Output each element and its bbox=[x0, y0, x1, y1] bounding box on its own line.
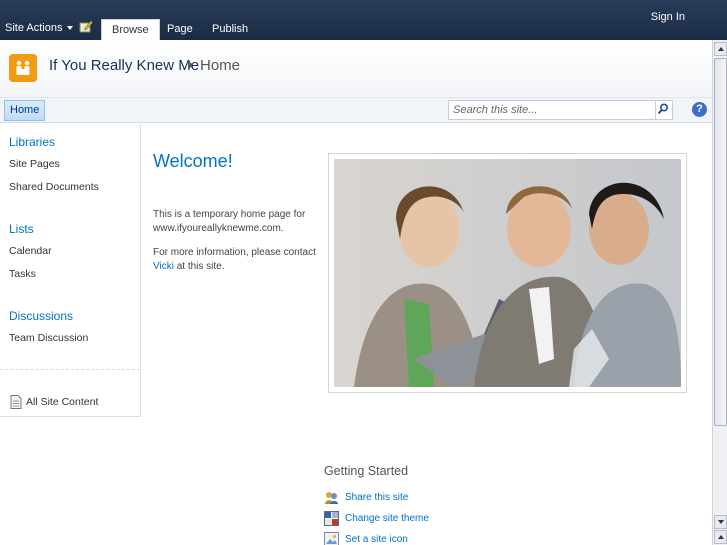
intro-paragraph: This is a temporary home page for www.if… bbox=[153, 209, 306, 234]
quick-launch: Libraries Site Pages Shared Documents Li… bbox=[0, 124, 141, 417]
tab-publish[interactable]: Publish bbox=[202, 19, 258, 40]
ribbon-bar: Site Actions Browse Page Publish Sign In bbox=[0, 0, 727, 40]
vertical-scrollbar[interactable] bbox=[712, 40, 727, 545]
change-theme-icon bbox=[324, 511, 339, 526]
scroll-thumb[interactable] bbox=[714, 58, 727, 426]
site-actions-label: Site Actions bbox=[5, 22, 63, 34]
ql-heading-libraries[interactable]: Libraries bbox=[9, 135, 55, 149]
contact-text-before: For more information, please contact bbox=[153, 247, 316, 258]
welcome-heading: Welcome! bbox=[153, 151, 233, 171]
breadcrumb-arrow-icon bbox=[189, 61, 193, 69]
all-site-content-link[interactable]: All Site Content bbox=[10, 395, 98, 409]
ql-item-calendar[interactable]: Calendar bbox=[9, 245, 52, 257]
edit-page-icon[interactable] bbox=[79, 20, 93, 33]
gs-item-theme[interactable]: Change site theme bbox=[324, 511, 429, 526]
share-site-link: Share this site bbox=[345, 492, 409, 503]
top-navigation: Home Search this site... ? bbox=[0, 98, 712, 123]
contact-link-vicki[interactable]: Vicki bbox=[153, 261, 174, 272]
tab-browse[interactable]: Browse bbox=[101, 19, 160, 40]
breadcrumb-current: Home bbox=[200, 57, 241, 74]
ql-item-site-pages[interactable]: Site Pages bbox=[9, 158, 60, 170]
sign-in-link[interactable]: Sign In bbox=[651, 11, 685, 23]
site-logo-icon[interactable] bbox=[9, 54, 37, 82]
topnav-home[interactable]: Home bbox=[4, 100, 46, 121]
ql-item-team-discussion[interactable]: Team Discussion bbox=[9, 332, 88, 344]
scroll-up-button[interactable] bbox=[714, 42, 727, 56]
arrow-down-icon bbox=[718, 520, 724, 524]
help-icon[interactable]: ? bbox=[692, 102, 707, 117]
search-input[interactable]: Search this site... bbox=[448, 100, 656, 120]
gs-item-share[interactable]: Share this site bbox=[324, 490, 408, 505]
ql-heading-lists[interactable]: Lists bbox=[9, 222, 34, 236]
search-icon bbox=[657, 103, 669, 115]
contact-paragraph: For more information, please contact Vic… bbox=[153, 246, 318, 274]
team-photo-image bbox=[334, 159, 681, 387]
title-area: If You Really Knew Me Home bbox=[0, 40, 712, 98]
ql-divider bbox=[0, 369, 140, 370]
arrow-up-icon bbox=[718, 47, 724, 51]
share-site-icon bbox=[325, 492, 338, 504]
change-theme-link: Change site theme bbox=[345, 513, 429, 524]
site-icon-icon bbox=[324, 532, 339, 545]
welcome-image-frame bbox=[328, 153, 687, 393]
gs-item-icon[interactable]: Set a site icon bbox=[324, 532, 408, 545]
scroll-up-button-lower[interactable] bbox=[714, 530, 727, 544]
scroll-down-button[interactable] bbox=[714, 515, 727, 529]
tab-page[interactable]: Page bbox=[157, 19, 203, 40]
site-actions-menu[interactable]: Site Actions bbox=[5, 22, 74, 34]
ql-heading-discussions[interactable]: Discussions bbox=[9, 309, 73, 323]
document-icon bbox=[10, 395, 22, 409]
sharepoint-page: Site Actions Browse Page Publish Sign In… bbox=[0, 0, 727, 545]
search-button[interactable] bbox=[656, 100, 673, 120]
ql-item-shared-documents[interactable]: Shared Documents bbox=[9, 181, 99, 193]
site-title[interactable]: If You Really Knew Me bbox=[49, 57, 199, 74]
ql-item-tasks[interactable]: Tasks bbox=[9, 268, 36, 280]
set-site-icon-link: Set a site icon bbox=[345, 534, 408, 545]
chevron-down-icon bbox=[67, 26, 74, 30]
contact-text-after: at this site. bbox=[173, 261, 225, 272]
all-site-content-label: All Site Content bbox=[26, 396, 99, 408]
getting-started-heading: Getting Started bbox=[324, 464, 409, 478]
arrow-up-icon bbox=[718, 535, 724, 539]
